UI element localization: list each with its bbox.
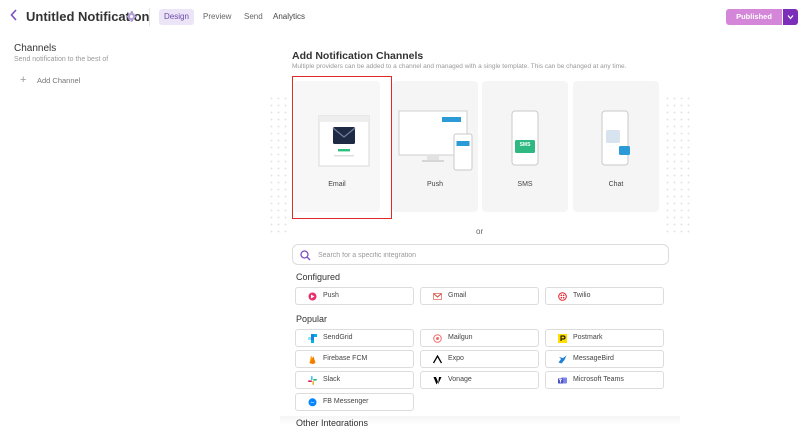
- integration-firebase[interactable]: Firebase FCM: [295, 350, 414, 368]
- publish-dropdown-button[interactable]: [783, 9, 798, 25]
- sms-icon-text: SMS: [519, 142, 531, 148]
- chevron-down-icon: [787, 15, 794, 20]
- back-arrow-icon[interactable]: [10, 9, 22, 23]
- messenger-icon: [308, 398, 317, 407]
- vonage-icon: [433, 376, 442, 385]
- integration-label: Firebase FCM: [323, 355, 368, 362]
- integration-label: Vonage: [448, 376, 472, 383]
- postmark-icon: [558, 334, 567, 343]
- email-icon: [318, 115, 370, 167]
- integration-teams[interactable]: Microsoft Teams: [545, 371, 664, 389]
- integration-slack[interactable]: Slack: [295, 371, 414, 389]
- sms-icon: [511, 110, 539, 166]
- integration-push[interactable]: Push: [295, 287, 414, 305]
- integration-mailgun[interactable]: Mailgun: [420, 329, 539, 347]
- tab-send[interactable]: Send: [239, 9, 268, 25]
- main-title: Add Notification Channels: [292, 50, 424, 62]
- slack-icon: [308, 376, 317, 385]
- push-icon: [398, 110, 473, 171]
- firebase-icon: [308, 355, 317, 364]
- gear-icon[interactable]: [126, 11, 137, 22]
- integration-messagebird[interactable]: MessageBird: [545, 350, 664, 368]
- plus-icon: +: [20, 74, 27, 86]
- channel-card-chat[interactable]: Chat: [573, 81, 659, 212]
- chat-icon: [601, 110, 630, 166]
- integration-vonage[interactable]: Vonage: [420, 371, 539, 389]
- header-divider: [149, 8, 150, 26]
- channel-card-sms[interactable]: SMS SMS: [482, 81, 568, 212]
- twilio-icon: [558, 292, 567, 301]
- main-subtitle: Multiple providers can be added to a cha…: [292, 63, 627, 70]
- integration-search[interactable]: [292, 244, 669, 265]
- sidebar-subtitle: Send notification to the best of: [14, 56, 109, 63]
- integration-label: Gmail: [448, 292, 467, 299]
- mailgun-icon: [433, 334, 442, 343]
- integration-postmark[interactable]: Postmark: [545, 329, 664, 347]
- integration-label: FB Messenger: [323, 398, 369, 405]
- integration-gmail[interactable]: Gmail: [420, 287, 539, 305]
- gmail-icon: [433, 292, 442, 301]
- messagebird-icon: [558, 355, 567, 364]
- integration-expo[interactable]: Expo: [420, 350, 539, 368]
- channel-card-label: SMS: [517, 181, 533, 188]
- integration-label: Slack: [323, 376, 341, 383]
- channel-card-push[interactable]: Push: [392, 81, 478, 212]
- tab-design[interactable]: Design: [159, 9, 194, 25]
- top-bar: Untitled Notification Design Preview Sen…: [0, 0, 812, 34]
- add-channel-label: Add Channel: [37, 76, 81, 85]
- integration-label: Push: [323, 292, 339, 299]
- teams-icon: [558, 376, 567, 385]
- tab-analytics[interactable]: Analytics: [268, 9, 310, 25]
- integration-twilio[interactable]: Twilio: [545, 287, 664, 305]
- channel-card-email[interactable]: Email: [294, 81, 380, 212]
- publish-button[interactable]: Published: [726, 9, 782, 25]
- channel-card-label: Email: [328, 181, 346, 188]
- sidebar-title: Channels: [14, 43, 57, 54]
- integration-label: Mailgun: [448, 334, 473, 341]
- tab-preview[interactable]: Preview: [198, 9, 236, 25]
- integration-label: Postmark: [573, 334, 603, 341]
- integration-label: Microsoft Teams: [573, 376, 624, 383]
- section-popular: Popular: [296, 314, 328, 324]
- integration-sendgrid[interactable]: SendGrid: [295, 329, 414, 347]
- sendgrid-icon: [308, 334, 317, 343]
- integration-label: MessageBird: [573, 355, 614, 362]
- or-separator: or: [476, 227, 484, 236]
- section-configured: Configured: [296, 272, 341, 282]
- dot-pattern-right: [664, 95, 692, 235]
- integration-label: SendGrid: [323, 334, 353, 341]
- dot-pattern-left: [268, 95, 290, 235]
- search-icon: [300, 250, 311, 261]
- integration-fb-messenger[interactable]: FB Messenger: [295, 393, 414, 411]
- channel-card-label: Push: [427, 181, 443, 188]
- expo-icon: [433, 355, 442, 364]
- channel-card-label: Chat: [608, 181, 624, 188]
- integration-label: Expo: [448, 355, 464, 362]
- push-logo-icon: [308, 292, 317, 301]
- search-input[interactable]: [318, 248, 658, 262]
- section-other-integrations: Other Integrations: [296, 418, 369, 426]
- integration-label: Twilio: [573, 292, 591, 299]
